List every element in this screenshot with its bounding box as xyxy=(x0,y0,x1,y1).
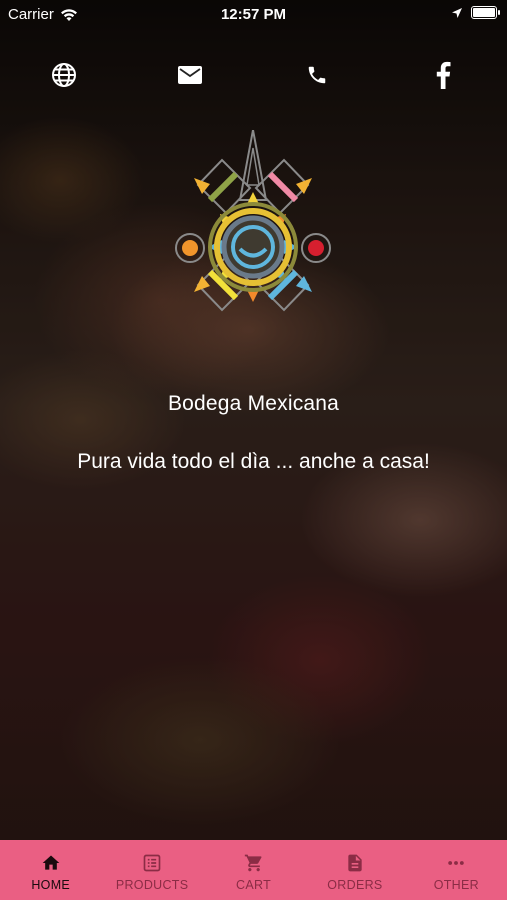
phone-icon[interactable] xyxy=(297,55,337,95)
tab-label: CART xyxy=(236,878,272,892)
tab-home[interactable]: HOME xyxy=(0,840,101,900)
home-icon xyxy=(42,855,60,870)
location-arrow-icon xyxy=(452,7,462,18)
store-tagline: Pura vida todo el dìa ... anche a casa! xyxy=(77,450,430,473)
battery-icon xyxy=(471,6,500,19)
tab-label: OTHER xyxy=(433,878,479,892)
tab-other[interactable]: OTHER xyxy=(406,840,507,900)
status-time: 12:57 PM xyxy=(220,6,287,23)
list-icon xyxy=(143,854,161,872)
tab-orders[interactable]: ORDERS xyxy=(304,840,405,900)
mail-icon[interactable] xyxy=(170,55,210,95)
status-bar: Carrier 12:57 PM xyxy=(0,0,507,30)
facebook-icon[interactable] xyxy=(423,55,463,95)
tab-label: PRODUCTS xyxy=(115,878,189,892)
tab-label: ORDERS xyxy=(327,878,383,892)
contact-row xyxy=(0,55,507,95)
bodega-logo xyxy=(175,130,331,312)
document-icon xyxy=(348,854,362,872)
more-icon xyxy=(448,861,465,865)
cart-icon xyxy=(244,854,262,872)
store-title: Bodega Mexicana xyxy=(167,392,340,415)
globe-icon[interactable] xyxy=(44,55,84,95)
tab-label: HOME xyxy=(31,878,71,892)
tab-cart[interactable]: CART xyxy=(203,840,304,900)
status-right xyxy=(451,6,500,19)
tab-products[interactable]: PRODUCTS xyxy=(101,840,202,900)
tab-bar: HOME PRODUCTS CART ORDERS OTHER xyxy=(0,840,507,900)
